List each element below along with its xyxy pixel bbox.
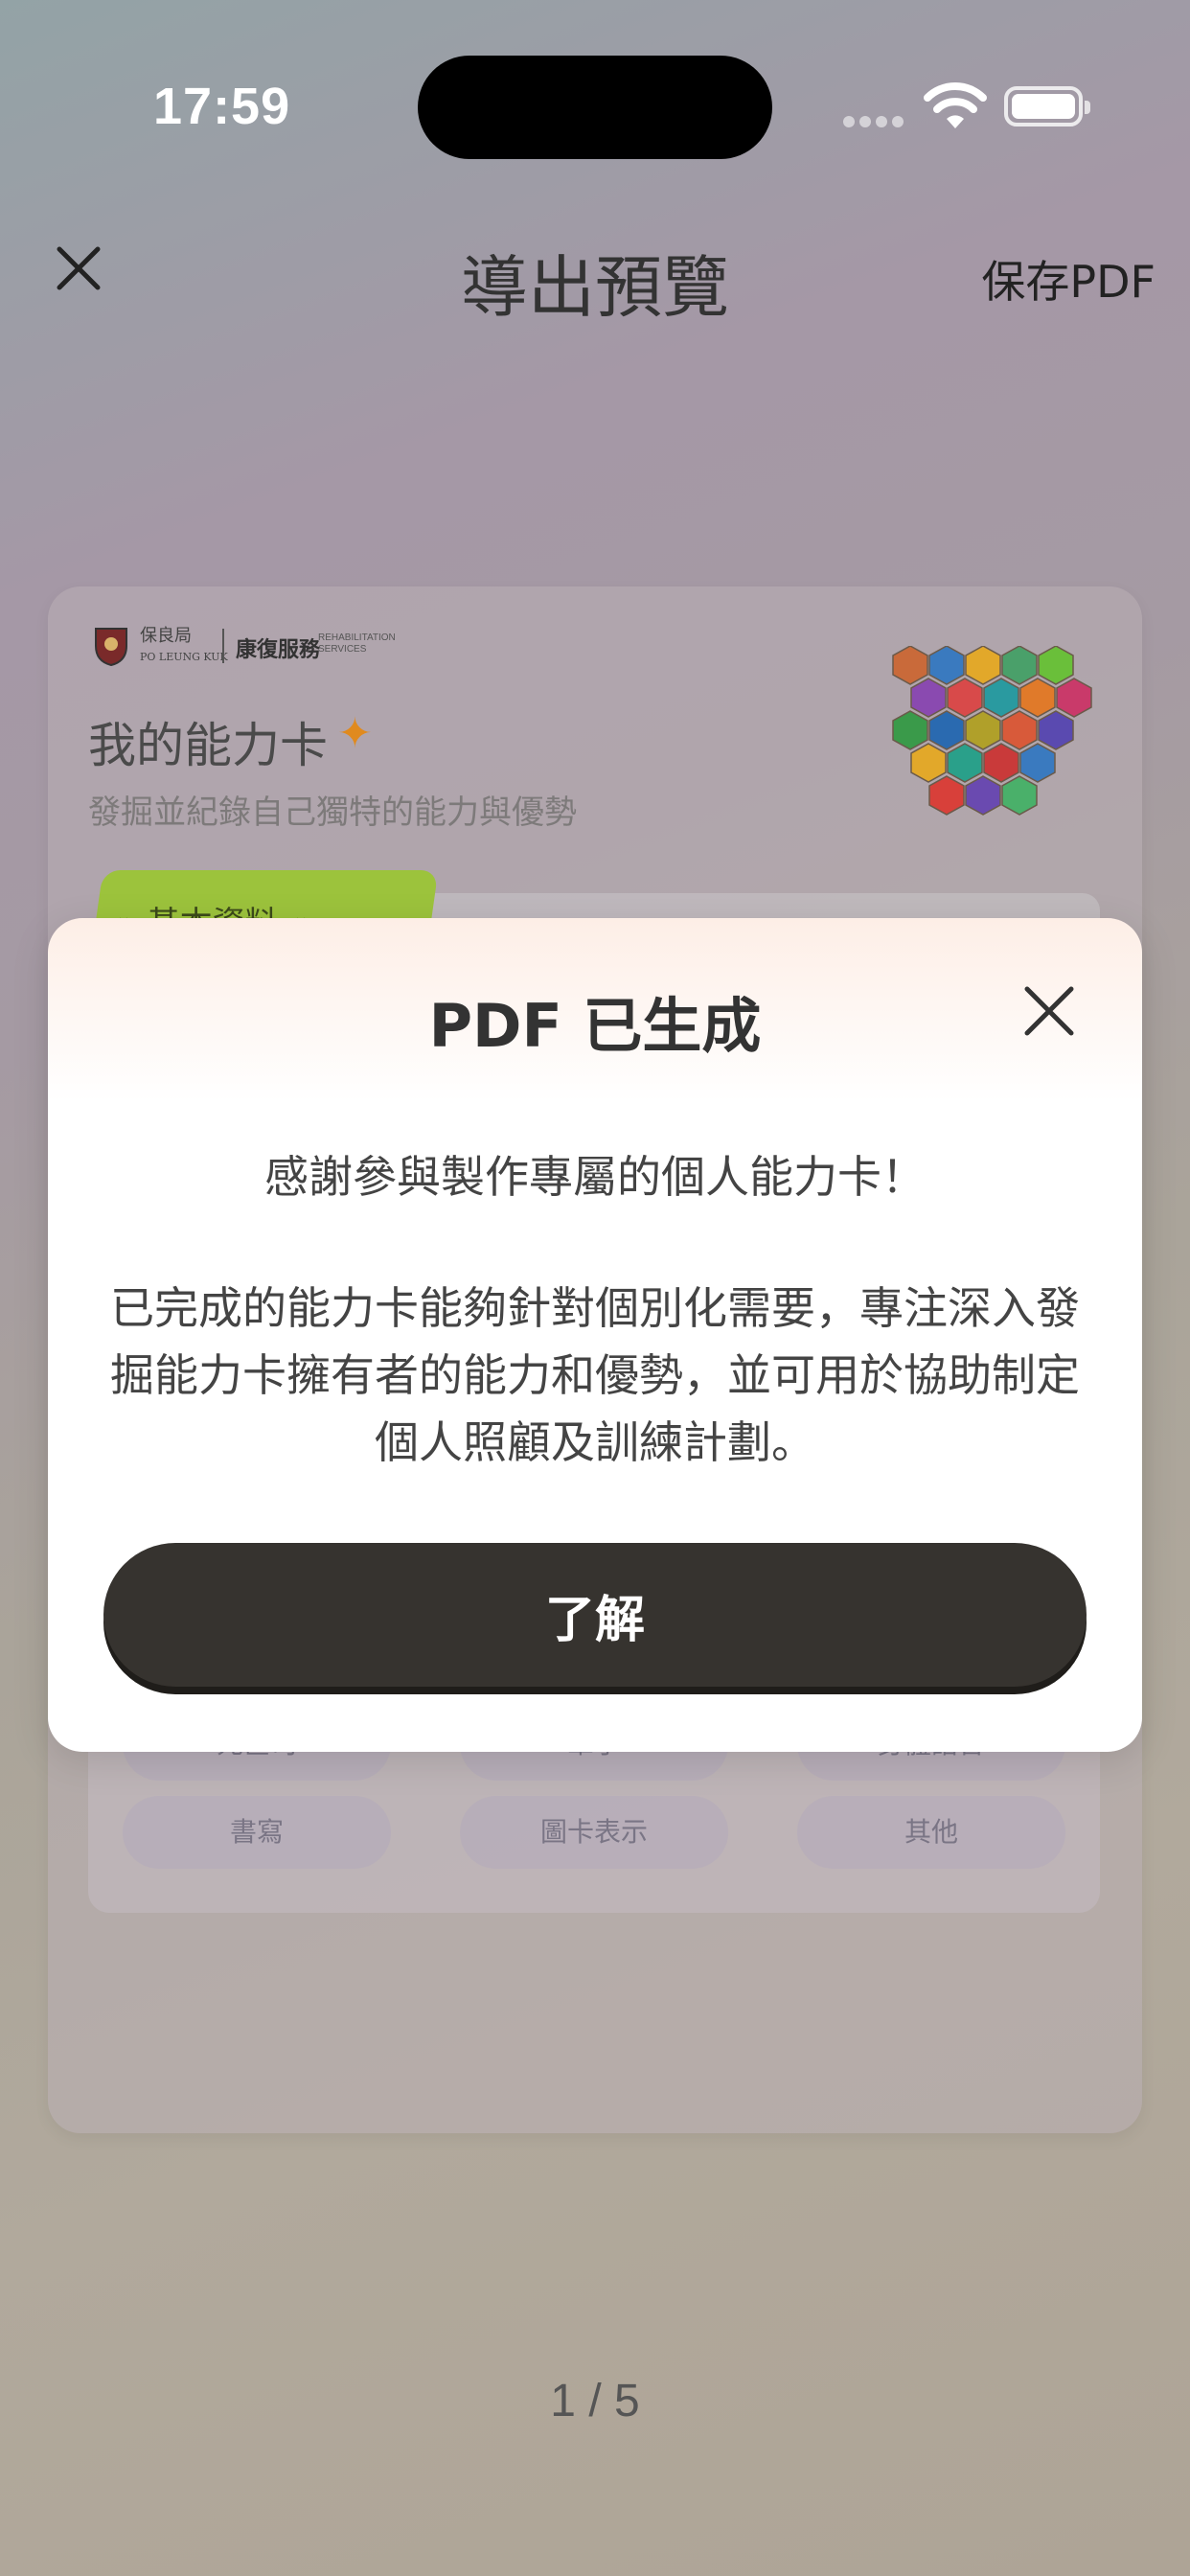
save-pdf-button[interactable]: 保存PDF <box>981 247 1156 310</box>
service-name-en-2: SERVICES <box>318 644 367 655</box>
chip-option: 其他 <box>797 1796 1065 1869</box>
dialog-title: PDF 已生成 <box>428 991 762 1061</box>
organization-logo: 保良局 PO LEUNG KUK 康復服務 REHABILITATION SERVI… <box>92 625 399 667</box>
service-name: 康復服務 <box>236 637 321 662</box>
battery-icon <box>1004 86 1090 126</box>
dialog-thanks-text: 感謝參與製作專屬的個人能力卡！ <box>264 1151 926 1203</box>
wifi-icon <box>924 82 987 128</box>
card-subtitle: 發掘並紀錄自己獨特的能力與優勢 <box>88 794 577 832</box>
understand-button[interactable]: 了解 <box>103 1543 1087 1687</box>
sparkle-icon: ✦ <box>337 709 373 758</box>
cellular-signal-icon <box>843 113 908 131</box>
dialog-body-text: 已完成的能力卡能夠針對個別化需要，專注深入發掘能力卡擁有者的能力和優勢，並可用於… <box>110 1282 1080 1468</box>
ability-hexagons-icon <box>892 646 1092 816</box>
dynamic-island <box>418 56 772 159</box>
page-indicator: 1 / 5 <box>550 2376 640 2426</box>
chip-option: 書寫 <box>123 1796 391 1869</box>
org-name-zh: 保良局 <box>140 626 192 646</box>
dialog-close-icon[interactable] <box>1021 983 1077 1039</box>
card-title: 我的能力卡 <box>88 718 328 773</box>
service-name-en-1: REHABILITATION <box>318 632 396 643</box>
org-name-en: PO LEUNG KUK <box>140 651 228 663</box>
chip-option: 圖卡表示 <box>460 1796 728 1869</box>
logo-divider <box>222 629 224 663</box>
crest-icon <box>95 628 127 667</box>
status-time: 17:59 <box>153 78 291 135</box>
